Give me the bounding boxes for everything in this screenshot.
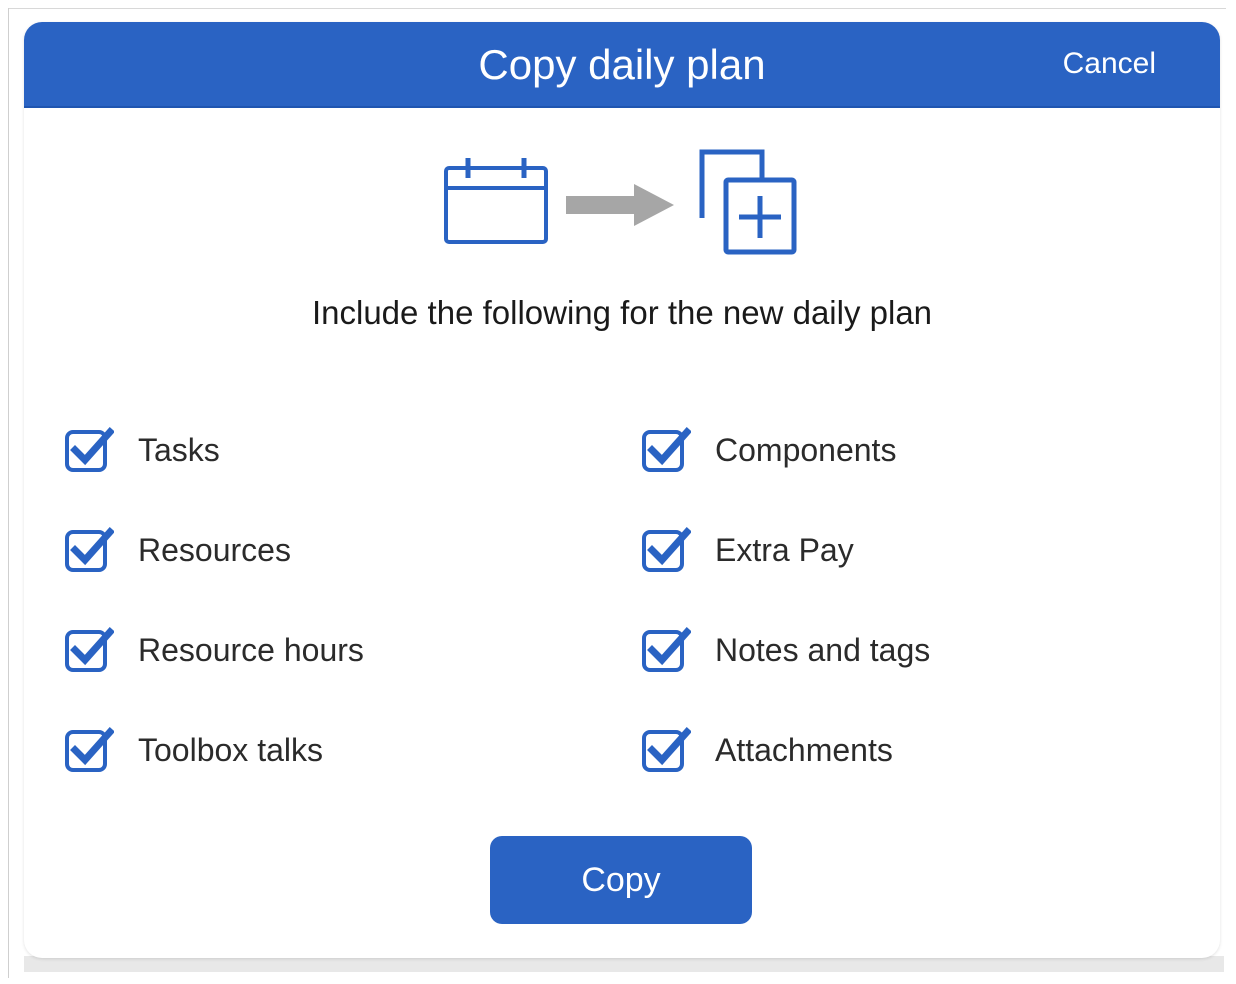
option-components[interactable]: Components (641, 425, 896, 475)
option-attachments[interactable]: Attachments (641, 725, 893, 775)
copy-button[interactable]: Copy (490, 836, 752, 924)
copy-daily-plan-dialog: Copy daily plan Cancel Include the follo… (24, 22, 1220, 958)
arrow-right-icon (566, 184, 674, 226)
option-resource-hours[interactable]: Resource hours (64, 625, 364, 675)
option-label: Resources (138, 531, 291, 568)
dialog-header: Copy daily plan Cancel (24, 22, 1220, 108)
checkbox-checked-icon[interactable] (64, 525, 114, 575)
checkbox-checked-icon[interactable] (641, 725, 691, 775)
option-tasks[interactable]: Tasks (64, 425, 220, 475)
option-label: Extra Pay (715, 531, 854, 568)
option-label: Resource hours (138, 631, 364, 668)
option-label: Toolbox talks (138, 731, 323, 768)
option-label: Notes and tags (715, 631, 931, 668)
option-toolbox-talks[interactable]: Toolbox talks (64, 725, 323, 775)
frame-edge (8, 8, 1226, 9)
option-label: Tasks (138, 431, 220, 468)
checkbox-checked-icon[interactable] (64, 725, 114, 775)
checkbox-checked-icon[interactable] (641, 525, 691, 575)
frame-edge (8, 8, 9, 978)
option-extra-pay[interactable]: Extra Pay (641, 525, 854, 575)
option-notes-and-tags[interactable]: Notes and tags (641, 625, 930, 675)
cancel-button[interactable]: Cancel (1063, 22, 1156, 106)
option-resources[interactable]: Resources (64, 525, 291, 575)
option-label: Attachments (715, 731, 893, 768)
copy-add-icon (699, 149, 797, 255)
dialog-title: Copy daily plan (478, 41, 766, 88)
checkbox-checked-icon[interactable] (641, 625, 691, 675)
include-prompt: Include the following for the new daily … (311, 294, 933, 331)
option-label: Components (715, 431, 897, 468)
checkbox-checked-icon[interactable] (641, 425, 691, 475)
dialog-shadow (24, 956, 1224, 972)
checkbox-checked-icon[interactable] (64, 625, 114, 675)
copy-illustration (444, 149, 797, 255)
checkbox-checked-icon[interactable] (64, 425, 114, 475)
calendar-icon (444, 158, 548, 244)
